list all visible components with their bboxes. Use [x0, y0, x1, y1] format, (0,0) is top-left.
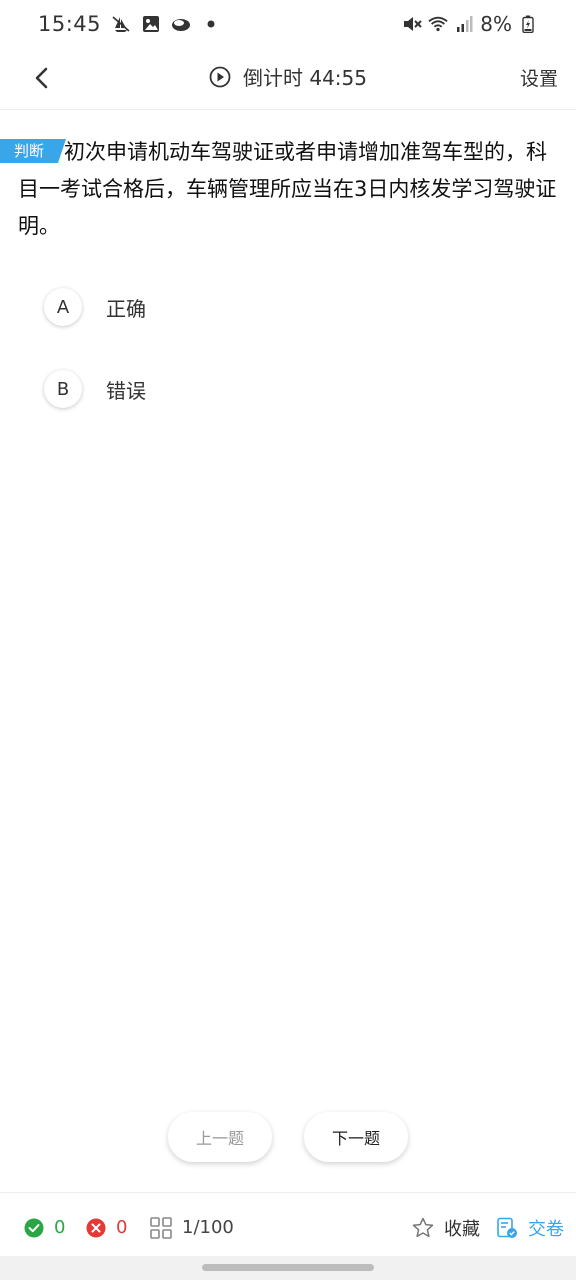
silent-sailboat-icon	[111, 14, 131, 34]
next-question-button[interactable]: 下一题	[304, 1112, 408, 1162]
status-right: 8%	[402, 12, 538, 36]
submit-label: 交卷	[528, 1218, 564, 1240]
question-text: 初次申请机动车驾驶证或者申请增加准驾车型的，科目一考试合格后，车辆管理所应当在3…	[18, 140, 557, 238]
check-circle-icon	[24, 1218, 44, 1237]
option-a-label: 正确	[106, 296, 146, 321]
cloud-icon	[171, 14, 191, 34]
prev-question-button[interactable]: 上一题	[168, 1112, 272, 1162]
correct-count: 0	[24, 1217, 65, 1238]
cross-circle-icon	[86, 1218, 106, 1237]
correct-count-value: 0	[54, 1217, 66, 1238]
collect-label: 收藏	[444, 1218, 480, 1240]
home-indicator[interactable]	[202, 1264, 374, 1271]
question-text-wrapper: 判断 初次申请机动车驾驶证或者申请增加准驾车型的，科目一考试合格后，车辆管理所应当…	[0, 134, 558, 245]
option-b[interactable]: B 错误	[44, 370, 146, 408]
option-a-letter: A	[44, 288, 82, 326]
status-time: 15:45	[38, 12, 102, 36]
question-block: 判断 初次申请机动车驾驶证或者申请增加准驾车型的，科目一考试合格后，车辆管理所应当…	[0, 134, 576, 245]
submit-paper-icon	[497, 1217, 517, 1238]
option-a[interactable]: A 正确	[44, 288, 146, 326]
question-grid-button[interactable]: 1/100	[150, 1216, 234, 1239]
question-type-tag: 判断	[0, 139, 67, 163]
option-b-label: 错误	[106, 378, 146, 403]
wrong-count: 0	[86, 1217, 127, 1238]
dot-icon	[201, 14, 221, 34]
wifi-icon	[428, 14, 448, 34]
collect-button[interactable]: 收藏	[412, 1215, 480, 1241]
submit-button[interactable]: 交卷	[496, 1215, 564, 1241]
timer-label: 倒计时 44:55	[243, 66, 367, 90]
countdown-timer[interactable]: 倒计时 44:55	[0, 62, 576, 91]
header: 倒计时 44:55 设置	[0, 48, 576, 110]
status-left: 15:45	[38, 12, 221, 36]
grid-icon	[150, 1216, 172, 1239]
battery-percent: 8%	[480, 12, 512, 36]
status-bar: 15:45 8%	[0, 0, 576, 48]
wrong-count-value: 0	[116, 1217, 128, 1238]
progress-value: 1/100	[182, 1217, 234, 1238]
option-b-letter: B	[44, 370, 82, 408]
mute-icon	[402, 14, 422, 34]
bottom-bar: 0 0 1/100 收藏 交卷	[0, 1192, 576, 1262]
star-icon	[412, 1217, 434, 1237]
play-circle-icon	[209, 66, 231, 87]
image-icon	[141, 14, 161, 34]
signal-icon	[454, 14, 474, 34]
settings-button[interactable]: 设置	[520, 64, 558, 91]
battery-icon	[518, 14, 538, 34]
